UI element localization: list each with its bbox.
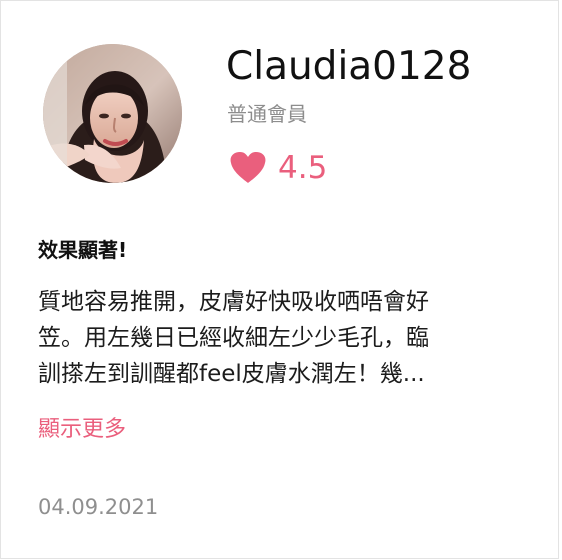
review-line: 笠。用左幾日已經收細左少少毛孔，臨 <box>38 325 429 351</box>
show-more-link[interactable]: 顯示更多 <box>38 414 126 446</box>
review-body: 質地容易推開，皮膚好快吸收哂唔會好 笠。用左幾日已經收細左少少毛孔，臨 訓搽左到… <box>38 284 524 392</box>
rating: 4.5 <box>230 147 327 189</box>
avatar <box>43 44 182 183</box>
username: Claudia0128 <box>226 44 472 89</box>
heart-icon <box>230 152 266 183</box>
review-line: 訓搽左到訓醒都feel皮膚水潤左！幾... <box>38 361 425 387</box>
review-title: 效果顯著! <box>38 238 128 262</box>
rating-value: 4.5 <box>278 150 328 186</box>
review-date: 04.09.2021 <box>38 495 159 519</box>
member-level: 普通會員 <box>227 102 307 126</box>
review-card: Claudia0128 普通會員 4.5 效果顯著! 質地容易推開，皮膚好快吸收… <box>0 0 559 559</box>
review-line: 質地容易推開，皮膚好快吸收哂唔會好 <box>38 289 429 315</box>
